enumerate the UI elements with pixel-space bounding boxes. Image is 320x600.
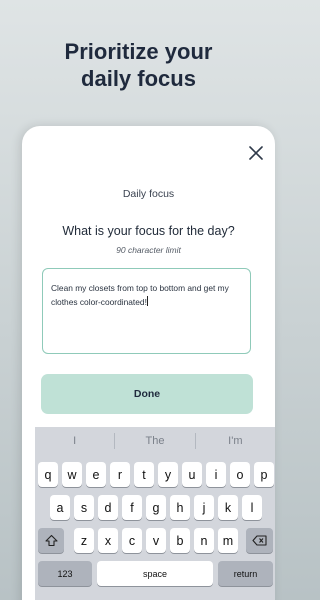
key-l[interactable]: l xyxy=(242,495,262,520)
key-u[interactable]: u xyxy=(182,462,202,487)
key-e[interactable]: e xyxy=(86,462,106,487)
key-z[interactable]: z xyxy=(74,528,94,553)
key-n[interactable]: n xyxy=(194,528,214,553)
suggestion-3[interactable]: I'm xyxy=(196,435,275,447)
done-button[interactable]: Done xyxy=(41,374,253,414)
key-d[interactable]: d xyxy=(98,495,118,520)
close-button[interactable] xyxy=(247,144,265,162)
backspace-icon xyxy=(252,535,267,546)
key-x[interactable]: x xyxy=(98,528,118,553)
focus-input-value: Clean my closets from top to bottom and … xyxy=(51,283,229,307)
keyboard: I The I'm q w e r t y u i o p a s d f g … xyxy=(35,427,275,600)
key-v[interactable]: v xyxy=(146,528,166,553)
backspace-key[interactable] xyxy=(246,528,273,553)
key-m[interactable]: m xyxy=(218,528,238,553)
key-k[interactable]: k xyxy=(218,495,238,520)
key-w[interactable]: w xyxy=(62,462,82,487)
key-i[interactable]: i xyxy=(206,462,226,487)
key-q[interactable]: q xyxy=(38,462,58,487)
character-limit-hint: 90 character limit xyxy=(116,245,181,255)
close-icon xyxy=(249,146,263,160)
shift-key[interactable] xyxy=(38,528,64,553)
key-t[interactable]: t xyxy=(134,462,154,487)
headline-line-2: daily focus xyxy=(81,66,196,91)
shift-icon xyxy=(44,534,58,547)
key-f[interactable]: f xyxy=(122,495,142,520)
key-p[interactable]: p xyxy=(254,462,274,487)
suggestion-bar: I The I'm xyxy=(35,427,275,455)
suggestion-2[interactable]: The xyxy=(115,435,194,447)
key-o[interactable]: o xyxy=(230,462,250,487)
focus-question: What is your focus for the day? xyxy=(62,224,235,238)
key-y[interactable]: y xyxy=(158,462,178,487)
key-r[interactable]: r xyxy=(110,462,130,487)
return-key[interactable]: return xyxy=(218,561,273,586)
suggestion-1[interactable]: I xyxy=(35,435,114,447)
key-s[interactable]: s xyxy=(74,495,94,520)
key-j[interactable]: j xyxy=(194,495,214,520)
key-c[interactable]: c xyxy=(122,528,142,553)
phone-screen: Daily focus What is your focus for the d… xyxy=(22,126,275,600)
text-cursor xyxy=(146,296,148,306)
headline-line-1: Prioritize your xyxy=(64,39,213,64)
screen-title: Daily focus xyxy=(122,188,175,200)
key-h[interactable]: h xyxy=(170,495,190,520)
key-b[interactable]: b xyxy=(170,528,190,553)
focus-text-input[interactable]: Clean my closets from top to bottom and … xyxy=(42,268,251,354)
space-key[interactable]: space xyxy=(97,561,213,586)
headline: Prioritize your daily focus xyxy=(0,38,277,92)
key-g[interactable]: g xyxy=(146,495,166,520)
numbers-key[interactable]: 123 xyxy=(38,561,92,586)
key-a[interactable]: a xyxy=(50,495,70,520)
